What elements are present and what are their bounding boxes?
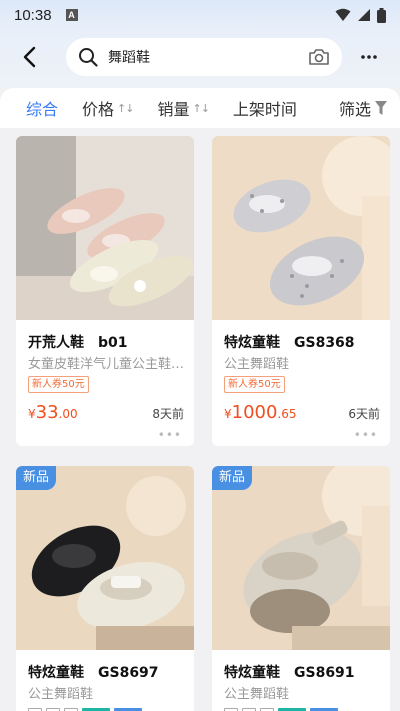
signal-icon xyxy=(358,9,370,21)
price-integer: 33 xyxy=(35,402,59,423)
tab-price[interactable]: 价格 ↑↓ xyxy=(82,96,134,120)
product-card[interactable]: 开荒人鞋 b01 女童皮鞋洋气儿童公主鞋… 新人券50元 ¥33.00 8天前 … xyxy=(16,136,194,446)
product-subtitle: 公主舞蹈鞋 xyxy=(28,687,94,702)
product-title: 特炫童鞋 GS8691 xyxy=(224,665,355,681)
price-decimal: .00 xyxy=(58,407,78,421)
product-price: ¥33.00 xyxy=(28,402,78,423)
tab-sales-label: 销量 xyxy=(157,100,190,119)
product-card[interactable]: 新品 特炫童鞋 GS8697 公主舞蹈鞋 xyxy=(16,466,194,711)
sort-tabs: 综合 价格 ↑↓ 销量 ↑↓ 上架时间 筛选 xyxy=(0,88,400,128)
header: 舞蹈鞋 xyxy=(0,30,400,88)
price-integer: 1000 xyxy=(231,402,278,423)
new-badge: 新品 xyxy=(16,466,57,490)
tab-price-label: 价格 xyxy=(82,100,115,119)
product-subtitle: 公主舞蹈鞋 xyxy=(224,357,290,372)
back-button[interactable] xyxy=(14,42,44,72)
back-arrow-icon xyxy=(23,46,36,68)
more-button[interactable] xyxy=(354,42,384,72)
product-title: 特炫童鞋 GS8368 xyxy=(224,335,355,351)
product-grid: 开荒人鞋 b01 女童皮鞋洋气儿童公主鞋… 新人券50元 ¥33.00 8天前 … xyxy=(0,128,400,711)
product-title: 开荒人鞋 b01 xyxy=(28,335,128,351)
product-price: ¥1000.65 xyxy=(224,402,297,423)
battery-icon xyxy=(377,7,386,23)
wifi-icon xyxy=(335,8,351,21)
search-icon xyxy=(79,48,98,67)
filter-funnel-icon xyxy=(375,101,387,115)
product-card[interactable]: 新品 特炫童鞋 GS8691 公主舞蹈鞋 xyxy=(212,466,390,711)
product-subtitle: 公主舞蹈鞋 xyxy=(224,687,290,702)
product-title: 特炫童鞋 GS8697 xyxy=(28,665,159,681)
status-bar: 10:38 A xyxy=(0,0,400,30)
listing-time: 8天前 xyxy=(152,407,184,421)
tab-sales[interactable]: 销量 ↑↓ xyxy=(157,96,209,120)
more-dots-icon[interactable]: ••• xyxy=(158,428,182,442)
coupon-badge: 新人券50元 xyxy=(224,376,285,393)
tab-comprehensive-label: 综合 xyxy=(26,100,59,119)
notification-icon: A xyxy=(65,9,78,21)
tab-comprehensive[interactable]: 综合 xyxy=(26,96,58,120)
more-dots-icon xyxy=(361,55,377,59)
product-image: 新品 xyxy=(212,466,390,650)
tab-fade xyxy=(310,88,334,128)
tab-listing-time[interactable]: 上架时间 xyxy=(233,96,297,120)
camera-icon[interactable] xyxy=(308,48,330,66)
sort-arrows-icon: ↑↓ xyxy=(192,101,209,115)
product-subtitle: 女童皮鞋洋气儿童公主鞋… xyxy=(28,357,185,372)
coupon-badge: 新人券50元 xyxy=(28,376,89,393)
filter-label: 筛选 xyxy=(338,100,371,119)
search-query: 舞蹈鞋 xyxy=(108,50,150,66)
price-decimal: .65 xyxy=(277,407,297,421)
status-time: 10:38 xyxy=(14,6,52,24)
product-card[interactable]: 特炫童鞋 GS8368 公主舞蹈鞋 新人券50元 ¥1000.65 6天前 ••… xyxy=(212,136,390,446)
product-image xyxy=(212,136,390,320)
product-image: 新品 xyxy=(16,466,194,650)
tab-listing-time-label: 上架时间 xyxy=(232,100,297,119)
listing-time: 6天前 xyxy=(348,407,380,421)
price-currency: ¥ xyxy=(224,407,232,421)
filter-button[interactable]: 筛选 xyxy=(332,88,388,128)
sort-arrows-icon: ↑↓ xyxy=(117,101,134,115)
new-badge: 新品 xyxy=(212,466,253,490)
status-icons xyxy=(335,7,386,23)
price-currency: ¥ xyxy=(28,407,36,421)
product-image xyxy=(16,136,194,320)
more-dots-icon[interactable]: ••• xyxy=(354,428,378,442)
search-input[interactable]: 舞蹈鞋 xyxy=(66,38,342,76)
